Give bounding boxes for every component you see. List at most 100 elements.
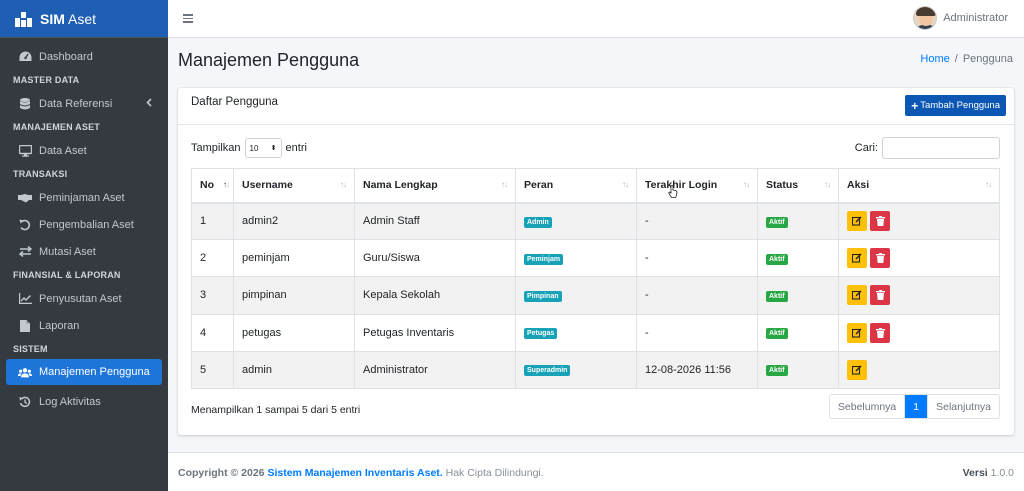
table-row: 2 peminjam Guru/Siswa Peminjam - Aktif	[191, 239, 1000, 278]
add-user-button[interactable]: + Tambah Pengguna	[905, 95, 1006, 116]
edit-button[interactable]	[847, 211, 867, 232]
delete-button[interactable]	[870, 285, 890, 306]
cell-no: 5	[191, 350, 234, 389]
sidebar: SIM Aset Dashboard MASTER DATA Data Refe…	[0, 0, 168, 491]
sidebar-item-pengembalian[interactable]: Pengembalian Aset	[0, 211, 168, 238]
table-info: Menampilkan 1 sampai 5 dari 5 entri	[191, 404, 361, 416]
delete-button[interactable]	[870, 211, 890, 232]
sidebar-item-mutasi[interactable]: Mutasi Aset	[0, 238, 168, 265]
sidebar-item-label: Data Referensi	[39, 97, 113, 110]
sort-icon: ↑↓	[824, 180, 831, 189]
page-1-button[interactable]: 1	[904, 395, 928, 418]
breadcrumb-current: Pengguna	[962, 53, 1013, 65]
undo-icon	[18, 218, 32, 232]
cell-peran: Petugas	[515, 313, 637, 352]
edit-button[interactable]	[847, 285, 867, 306]
cell-aksi	[838, 350, 1000, 389]
breadcrumb-home-link[interactable]: Home	[920, 53, 949, 65]
edit-button[interactable]	[847, 322, 867, 343]
sidebar-item-label: Dashboard	[39, 50, 93, 63]
cell-username: petugas	[233, 313, 355, 352]
cell-username: admin	[233, 350, 355, 389]
database-icon	[18, 97, 32, 111]
page-length-select[interactable]: 10 ⬍	[244, 138, 282, 158]
column-header-status[interactable]: Status ↑↓	[757, 168, 839, 204]
sidebar-item-data-referensi[interactable]: Data Referensi	[0, 90, 168, 117]
column-header-login[interactable]: Terakhir Login ↑↓	[636, 168, 758, 204]
user-menu[interactable]: Administrator	[913, 6, 1008, 30]
edit-icon	[852, 216, 862, 226]
sidebar-item-label: Penyusutan Aset	[39, 292, 122, 305]
prev-page-button[interactable]: Sebelumnya	[830, 395, 904, 418]
page-title: Manajemen Pengguna	[178, 50, 360, 70]
status-badge: Aktif	[766, 216, 788, 228]
sidebar-item-data-aset[interactable]: Data Aset	[0, 137, 168, 164]
desktop-icon	[18, 144, 32, 158]
users-table: No ↑↓ Username ↑↓ Nama Lengkap ↑↓ Peran ↑↓ T…	[191, 168, 1000, 389]
cell-no: 3	[191, 276, 234, 315]
sidebar-item-label: Log Aktivitas	[39, 395, 101, 408]
cell-peran: Pimpinan	[515, 276, 637, 315]
next-page-button[interactable]: Selanjutnya	[927, 395, 999, 418]
header-label: Peran	[524, 179, 554, 192]
cell-aksi	[838, 239, 1000, 278]
column-header-no[interactable]: No ↑↓	[191, 168, 234, 204]
sidebar-item-label: Laporan	[39, 319, 80, 332]
role-badge: Superadmin	[524, 365, 571, 377]
page-length-value: 10	[249, 143, 259, 153]
cell-username: peminjam	[233, 239, 355, 278]
edit-button[interactable]	[847, 248, 867, 269]
delete-button[interactable]	[870, 248, 890, 269]
table-row: 5 admin Administrator Superadmin 12-08-2…	[191, 350, 1000, 389]
edit-icon	[852, 328, 862, 338]
version-value: 1.0.0	[990, 467, 1014, 479]
cell-status: Aktif	[757, 350, 839, 389]
sidebar-item-peminjaman[interactable]: Peminjaman Aset	[0, 184, 168, 211]
edit-button[interactable]	[847, 359, 867, 380]
users-icon	[18, 365, 32, 379]
brand-link[interactable]: SIM Aset	[0, 0, 168, 38]
menu-toggle-icon[interactable]	[183, 14, 193, 23]
sidebar-item-penyusutan[interactable]: Penyusutan Aset	[0, 285, 168, 312]
status-badge: Aktif	[766, 365, 788, 377]
edit-icon	[852, 290, 862, 301]
cell-nama: Administrator	[354, 350, 516, 389]
trash-icon	[875, 327, 885, 338]
column-header-nama[interactable]: Nama Lengkap ↑↓	[354, 168, 516, 204]
sidebar-item-log-aktivitas[interactable]: Log Aktivitas	[0, 388, 168, 415]
column-header-peran[interactable]: Peran ↑↓	[515, 168, 637, 204]
cell-status: Aktif	[757, 201, 839, 241]
sidebar-item-manajemen-pengguna[interactable]: Manajemen Pengguna	[6, 359, 162, 385]
cell-no: 1	[191, 201, 234, 241]
sidebar-item-label: Manajemen Pengguna	[39, 366, 150, 378]
sort-icon: ↑↓	[501, 180, 508, 189]
search-input[interactable]	[882, 137, 1000, 159]
column-header-aksi[interactable]: Aksi ↑↓	[838, 168, 1000, 204]
select-arrows-icon: ⬍	[270, 145, 277, 152]
delete-button[interactable]	[870, 322, 890, 343]
sidebar-item-label: Data Aset	[39, 144, 87, 157]
status-badge: Aktif	[766, 253, 788, 265]
search-control: Cari:	[855, 137, 1000, 159]
search-label: Cari:	[854, 142, 878, 154]
header-label: Nama Lengkap	[363, 179, 438, 192]
entries-label: entri	[285, 142, 307, 154]
footer-system-link[interactable]: Sistem Manajemen Inventaris Aset.	[267, 467, 442, 479]
column-header-username[interactable]: Username ↑↓	[233, 168, 355, 204]
nav-header-aset: MANAJEMEN ASET	[13, 122, 100, 132]
edit-icon	[852, 365, 862, 375]
copyright-text: Copyright © 2026	[178, 467, 265, 479]
cell-peran: Peminjam	[515, 239, 637, 278]
chevron-left-icon	[146, 97, 152, 110]
sidebar-item-laporan[interactable]: Laporan	[0, 312, 168, 339]
sidebar-item-dashboard[interactable]: Dashboard	[0, 43, 168, 70]
cell-username: pimpinan	[233, 276, 355, 315]
header-label: Terakhir Login	[645, 179, 718, 192]
edit-icon	[852, 253, 862, 263]
header-label: Username	[242, 179, 293, 192]
cell-aksi	[838, 313, 1000, 352]
header-label: Aksi	[847, 179, 870, 192]
footer-copyright: Copyright © 2026 Sistem Manajemen Invent…	[178, 467, 544, 479]
cell-nama: Kepala Sekolah	[354, 276, 516, 315]
sort-icon: ↑↓	[340, 180, 347, 189]
